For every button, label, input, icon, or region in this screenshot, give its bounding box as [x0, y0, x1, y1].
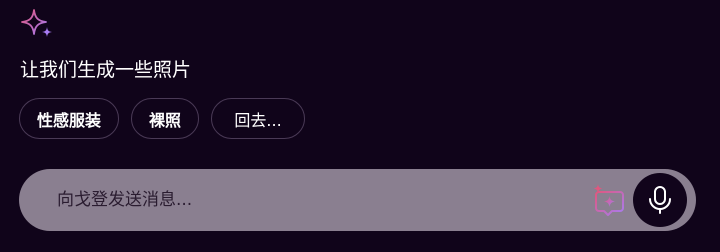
microphone-button[interactable]: [633, 173, 687, 227]
microphone-icon: [649, 186, 671, 214]
sparkle-icon: [21, 9, 52, 37]
image-sparkle-icon[interactable]: [592, 183, 630, 217]
suggestion-chip[interactable]: 裸照: [131, 98, 200, 139]
suggestion-chips: 性感服装 裸照 回去...: [19, 98, 306, 139]
message-composer: [19, 169, 696, 231]
suggestion-chip[interactable]: 回去...: [211, 98, 306, 139]
suggestion-chip[interactable]: 性感服装: [19, 98, 120, 139]
chat-screen: 让我们生成一些照片 性感服装 裸照 回去...: [0, 0, 720, 252]
prompt-title: 让我们生成一些照片: [20, 59, 192, 81]
message-input[interactable]: [57, 169, 577, 231]
